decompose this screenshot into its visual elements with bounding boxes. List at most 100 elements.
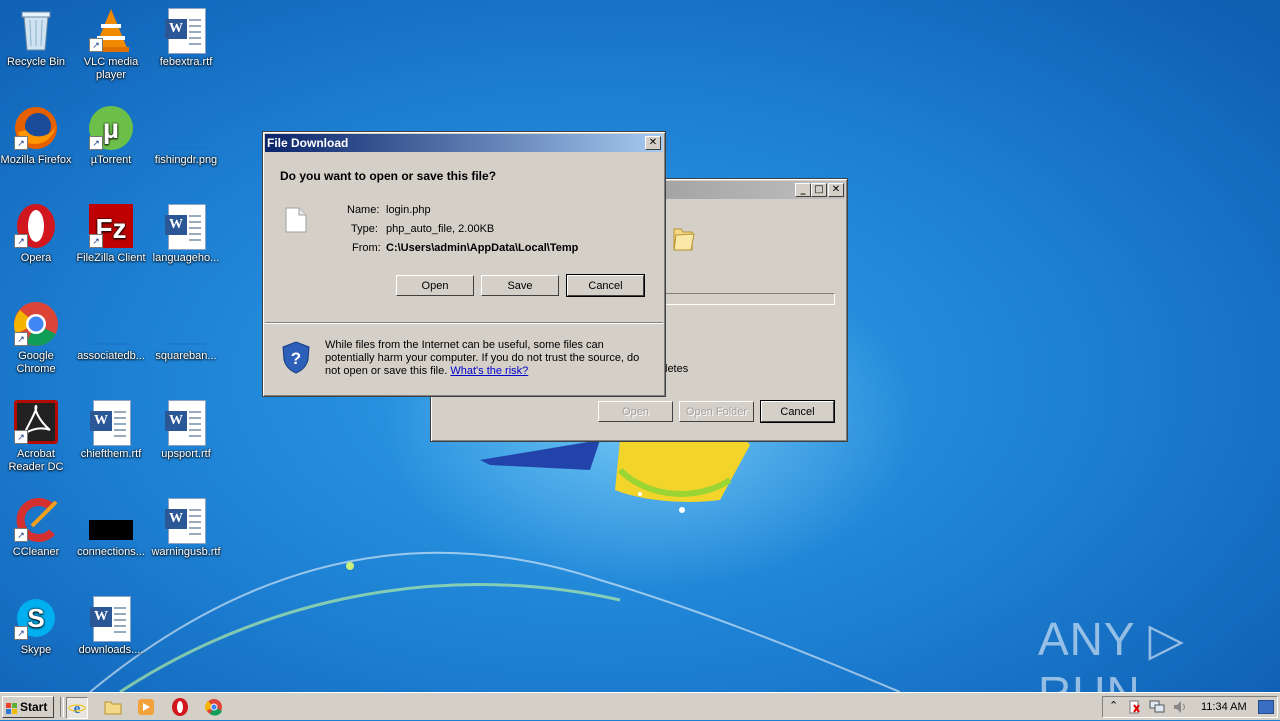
save-button[interactable]: Save [481, 275, 559, 296]
desktop[interactable]: Recycle Bin ↗ Mozilla Firefox ↗ Opera ↗ … [0, 0, 1280, 692]
from-label: From: [352, 242, 381, 254]
svg-text:?: ? [291, 349, 301, 368]
firefox-icon: ↗ [12, 104, 60, 152]
black-file-icon [87, 496, 135, 544]
desktop-icon-label: upsport.rtf [161, 448, 211, 460]
explorer-icon[interactable] [103, 697, 123, 717]
desktop-icon-label: Acrobat Reader DC [8, 448, 64, 473]
file-download-dialog[interactable]: File Download ✕ Do you want to open or s… [262, 131, 666, 397]
desktop-icon-connections[interactable]: connections... [73, 496, 149, 559]
clock[interactable]: 11:34 AM [1201, 701, 1247, 713]
file-icon [162, 300, 210, 348]
shortcut-arrow-icon: ↗ [14, 332, 28, 346]
desktop-icon-skype[interactable]: S ↗ Skype [0, 594, 74, 657]
desktop-icon-label: Skype [20, 644, 52, 656]
acrobat-icon: ↗ [12, 398, 60, 446]
vlc-icon: ↗ [87, 6, 135, 54]
media-player-icon[interactable] [136, 697, 156, 717]
desktop-icon-downloads[interactable]: W downloads.... [73, 594, 149, 657]
opera-icon: ↗ [12, 202, 60, 250]
desktop-icon-label: downloads.... [78, 644, 144, 656]
cancel-button[interactable]: Cancel [566, 274, 645, 297]
desktop-icon-label: chiefthem.rtf [80, 448, 142, 460]
desktop-icon-label: FileZilla Client [76, 252, 146, 264]
desktop-icon-label: associatedb... [77, 350, 145, 362]
desktop-icon-squareban[interactable]: squareban... [148, 300, 224, 363]
system-tray: ⌃ 11:34 AM [1102, 696, 1278, 718]
close-button[interactable]: ✕ [828, 183, 844, 197]
svg-text:µ: µ [103, 113, 119, 144]
shortcut-arrow-icon: ↗ [89, 38, 103, 52]
chrome-taskbar-icon[interactable] [204, 697, 224, 717]
recycle-bin-icon [12, 6, 60, 54]
word-document-icon: W [162, 496, 210, 544]
desktop-icon-label: CCleaner [12, 546, 60, 558]
word-document-icon: W [162, 202, 210, 250]
dialog-close-button[interactable]: ✕ [645, 136, 661, 150]
dialog-divider [265, 322, 663, 324]
svg-text:e: e [74, 701, 81, 717]
desktop-icon-label: Google Chrome [16, 350, 56, 375]
skype-icon: S ↗ [12, 594, 60, 642]
action-center-icon[interactable] [1127, 700, 1141, 714]
desktop-icon-languageho[interactable]: W languageho... [148, 202, 224, 265]
desktop-icon-filezilla[interactable]: Fz ↗ FileZilla Client [73, 202, 149, 265]
open-button[interactable]: Open [396, 275, 474, 296]
open-folder-button-disabled[interactable]: Open Folder [679, 401, 754, 422]
shortcut-arrow-icon: ↗ [89, 234, 103, 248]
desktop-icon-label: fishingdr.png [154, 154, 218, 166]
desktop-icon-label: languageho... [152, 252, 220, 264]
anyrun-watermark: ANY ▷ RUN [1038, 613, 1185, 692]
desktop-icon-warningusb[interactable]: W warningusb.rtf [148, 496, 224, 559]
folder-icon [673, 228, 695, 251]
show-desktop-icon[interactable] [1258, 700, 1274, 714]
svg-text:S: S [27, 603, 44, 633]
taskbar: Start e ⌃ 11:34 AM [0, 692, 1280, 720]
desktop-icon-chiefthem[interactable]: W chiefthem.rtf [73, 398, 149, 461]
image-file-icon [162, 104, 210, 152]
start-label: Start [20, 700, 48, 714]
file-icon [87, 300, 135, 348]
desktop-icon-recycle-bin[interactable]: Recycle Bin [0, 6, 74, 69]
desktop-icon-opera[interactable]: ↗ Opera [0, 202, 74, 265]
cancel-download-button[interactable]: Cancel [760, 400, 835, 423]
shortcut-arrow-icon: ↗ [14, 136, 28, 150]
file-download-titlebar[interactable]: File Download [265, 134, 663, 152]
desktop-icon-upsport[interactable]: W upsport.rtf [148, 398, 224, 461]
shortcut-arrow-icon: ↗ [14, 234, 28, 248]
desktop-icon-chrome[interactable]: ↗ Google Chrome [0, 300, 74, 376]
desktop-icon-label: squareban... [155, 350, 217, 362]
ie-icon[interactable]: e [66, 697, 88, 719]
whats-the-risk-link[interactable]: What's the risk? [450, 365, 528, 377]
shortcut-arrow-icon: ↗ [14, 626, 28, 640]
desktop-icon-vlc[interactable]: ↗ VLC media player [73, 6, 149, 82]
generic-file-icon [285, 207, 307, 233]
shortcut-arrow-icon: ↗ [14, 430, 28, 444]
maximize-button[interactable]: □ [811, 183, 827, 197]
show-hidden-icons-icon[interactable]: ⌃ [1109, 699, 1118, 712]
minimize-button[interactable]: _ [795, 183, 811, 197]
windows-logo-icon [6, 701, 18, 714]
word-document-icon: W [87, 594, 135, 642]
progress-bar [663, 293, 835, 305]
start-button[interactable]: Start [2, 696, 54, 718]
chrome-icon: ↗ [12, 300, 60, 348]
open-button-disabled[interactable]: Open [598, 401, 673, 422]
desktop-icon-associatedb[interactable]: associatedb... [73, 300, 149, 363]
word-document-icon: W [162, 398, 210, 446]
volume-icon[interactable] [1173, 700, 1189, 714]
dialog-question: Do you want to open or save this file? [280, 169, 497, 183]
desktop-icon-utorrent[interactable]: µ ↗ µTorrent [73, 104, 149, 167]
desktop-icon-febextra[interactable]: W febextra.rtf [148, 6, 224, 69]
utorrent-icon: µ ↗ [87, 104, 135, 152]
desktop-icon-acrobat[interactable]: ↗ Acrobat Reader DC [0, 398, 74, 474]
opera-taskbar-icon[interactable] [170, 697, 190, 717]
file-name-value: login.php [386, 204, 431, 216]
desktop-icon-ccleaner[interactable]: ↗ CCleaner [0, 496, 74, 559]
desktop-icon-firefox[interactable]: ↗ Mozilla Firefox [0, 104, 74, 167]
network-icon[interactable] [1149, 700, 1165, 714]
security-warning: While files from the Internet can be use… [325, 339, 655, 378]
desktop-icon-label: Recycle Bin [6, 56, 66, 68]
desktop-icon-fishingdr[interactable]: fishingdr.png [148, 104, 224, 167]
desktop-icon-label: µTorrent [90, 154, 132, 166]
